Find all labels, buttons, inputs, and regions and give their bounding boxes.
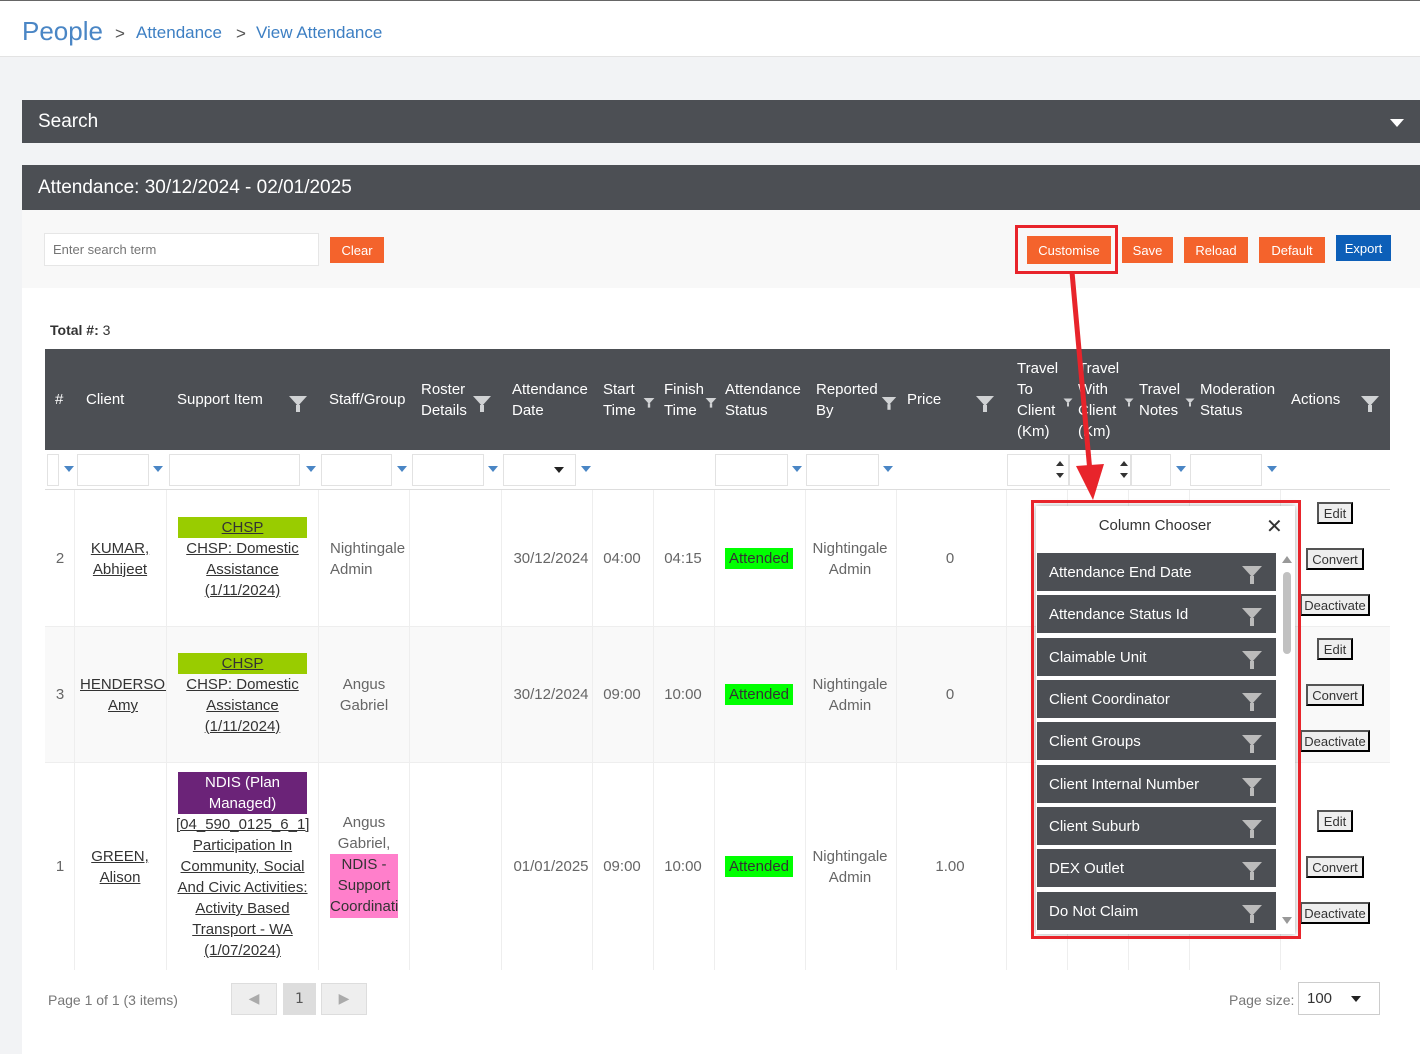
pager-summary: Page 1 of 1 (3 items) [48, 992, 178, 1008]
arrow-shaft [1069, 271, 1093, 473]
page-size-label: Page size: [1229, 992, 1295, 1008]
page-size-select[interactable]: 100 [1298, 982, 1380, 1015]
page-size-value: 100 [1307, 990, 1333, 1007]
arrow-head [1076, 464, 1104, 500]
caret-down-icon [1351, 996, 1361, 1002]
prev-page-button[interactable]: ◀ [231, 983, 277, 1015]
chevron-left-icon: ◀ [248, 991, 260, 1007]
chevron-right-icon: ▶ [338, 991, 350, 1007]
next-page-button[interactable]: ▶ [321, 983, 367, 1015]
annotation-arrow [1069, 271, 1104, 500]
page-number-button[interactable]: 1 [283, 983, 316, 1015]
